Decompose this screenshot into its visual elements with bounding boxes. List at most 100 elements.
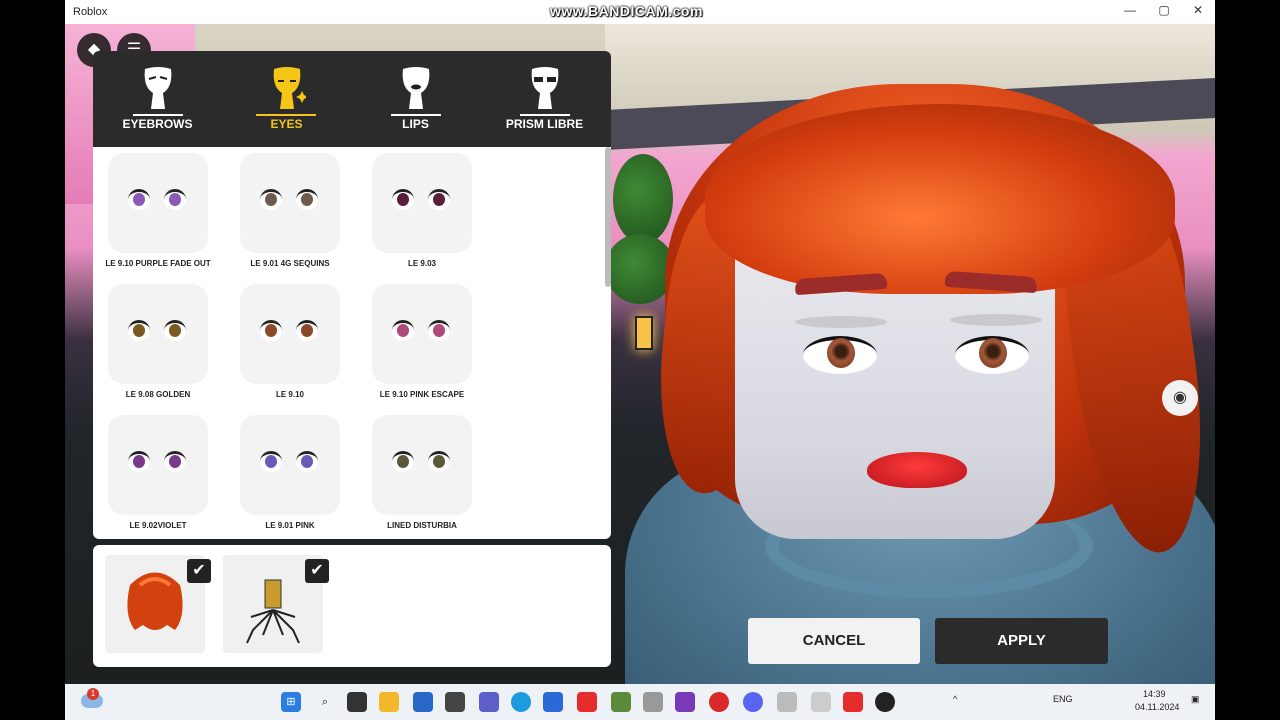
search-icon[interactable]: ⌕ xyxy=(315,692,335,712)
roblox-icon[interactable] xyxy=(811,692,831,712)
item-name: LE 9.10 PURPLE FADE OUT xyxy=(105,259,211,268)
notifications-icon[interactable]: ▣ xyxy=(1191,694,1200,705)
grid-scrollbar[interactable] xyxy=(605,147,611,287)
eyes-preview-icon xyxy=(392,451,452,473)
yandex-icon[interactable] xyxy=(577,692,597,712)
eyes-item-grid: LE 9.10 PURPLE FADE OUT LE 9.01 4G SEQUIN… xyxy=(93,147,605,539)
item-thumbnail xyxy=(108,415,208,515)
scene-lantern xyxy=(635,316,653,350)
item-name: LE 9.02VIOLET xyxy=(129,521,187,530)
file-explorer-icon[interactable] xyxy=(379,692,399,712)
avatar-left-eye xyxy=(803,336,877,374)
eyes-preview-icon xyxy=(260,189,320,211)
roblox-window: Roblox www.BANDICAM.com — ▢ ✕ ◉ ◆ ☰ EYEB… xyxy=(65,0,1215,720)
app-icon[interactable] xyxy=(643,692,663,712)
tab-label: PRISM LIBRE xyxy=(505,117,584,131)
opera-icon[interactable] xyxy=(709,692,729,712)
category-tabs: EYEBROWS EYES LIPS PRISM LIBRE xyxy=(93,51,611,147)
item-thumbnail xyxy=(372,284,472,384)
clock-time[interactable]: 14:39 xyxy=(1143,689,1166,699)
item-thumbnail xyxy=(372,415,472,515)
item-name: LE 9.10 xyxy=(275,390,304,399)
item-name: LINED DISTURBIA xyxy=(387,521,457,530)
eyes-icon xyxy=(273,67,306,109)
owned-item-spider-accessory[interactable]: ✔ xyxy=(223,555,329,653)
mail-icon[interactable] xyxy=(543,692,563,712)
title-bar: Roblox www.BANDICAM.com — ▢ ✕ xyxy=(65,0,1215,24)
window-title: Roblox xyxy=(73,6,108,18)
windows-taskbar: 1 ⊞ ⌕ ^ ENG 14:39 04.11.2024 ▣ xyxy=(65,684,1215,720)
eyes-item[interactable]: LE 9.01 PINK xyxy=(225,409,355,537)
camera-icon[interactable]: ◉ xyxy=(1162,380,1198,416)
wearing-panel: ✔ ✔ xyxy=(93,545,611,667)
yandex-browser-icon[interactable] xyxy=(843,692,863,712)
eyes-preview-icon xyxy=(260,451,320,473)
owned-item-hair[interactable]: ✔ xyxy=(105,555,211,653)
minecraft-icon[interactable] xyxy=(611,692,631,712)
eyes-preview-icon xyxy=(260,320,320,342)
teams-icon[interactable] xyxy=(479,692,499,712)
language-indicator[interactable]: ENG xyxy=(1053,694,1073,704)
edge-icon[interactable] xyxy=(511,692,531,712)
apply-button[interactable]: APPLY xyxy=(935,618,1108,664)
minimize-button[interactable]: — xyxy=(1115,3,1145,21)
eyes-item[interactable]: LINED DISTURBIA xyxy=(357,409,487,537)
tab-prism-libre[interactable]: PRISM LIBRE xyxy=(480,51,609,147)
eyes-item[interactable]: LE 9.01 4G SEQUINS xyxy=(225,147,355,275)
avatar-right-eyeshadow xyxy=(950,314,1042,326)
item-name: LE 9.01 4G SEQUINS xyxy=(250,259,330,268)
lips-icon xyxy=(402,67,430,109)
eyes-item[interactable]: LE 9.10 PINK ESCAPE xyxy=(357,278,487,406)
notification-badge: 1 xyxy=(87,688,99,700)
shield-app-icon[interactable] xyxy=(445,692,465,712)
eyes-preview-icon xyxy=(128,451,188,473)
tab-label: LIPS xyxy=(402,117,429,131)
eyes-item[interactable]: LE 9.02VIOLET xyxy=(93,409,223,537)
tab-label: EYEBROWS xyxy=(122,117,193,131)
item-name: LE 9.10 PINK ESCAPE xyxy=(379,390,465,399)
eyes-item[interactable]: LE 9.10 PURPLE FADE OUT xyxy=(93,147,223,275)
eyes-preview-icon xyxy=(128,189,188,211)
makeup-panel: EYEBROWS EYES LIPS PRISM LIBRE LE 9.10 P… xyxy=(93,51,611,539)
item-name: LE 9.08 GOLDEN xyxy=(125,390,191,399)
eyes-preview-icon xyxy=(128,320,188,342)
prism-libre-icon xyxy=(531,67,559,109)
cancel-button[interactable]: CANCEL xyxy=(748,618,920,664)
checked-icon[interactable]: ✔ xyxy=(305,559,329,583)
tab-eyebrows[interactable]: EYEBROWS xyxy=(93,51,222,147)
game-icon[interactable] xyxy=(675,692,695,712)
eyes-item[interactable]: LE 9.03 xyxy=(357,147,487,275)
start-icon[interactable]: ⊞ xyxy=(281,692,301,712)
clock-date[interactable]: 04.11.2024 xyxy=(1135,702,1179,712)
scene-tree xyxy=(613,154,673,244)
item-thumbnail xyxy=(240,415,340,515)
avatar-right-eye xyxy=(955,336,1029,374)
bandicam-watermark: www.BANDICAM.com xyxy=(550,3,703,19)
item-name: LE 9.03 xyxy=(407,259,436,268)
item-thumbnail xyxy=(240,153,340,253)
roblox-studio-icon[interactable] xyxy=(777,692,797,712)
close-button[interactable]: ✕ xyxy=(1183,3,1213,21)
item-thumbnail xyxy=(108,153,208,253)
item-thumbnail xyxy=(372,153,472,253)
eyebrows-icon xyxy=(144,67,172,109)
checked-icon[interactable]: ✔ xyxy=(187,559,211,583)
item-thumbnail xyxy=(108,284,208,384)
task-view-icon[interactable] xyxy=(347,692,367,712)
item-name: LE 9.01 PINK xyxy=(265,521,315,530)
eyes-item[interactable]: LE 9.10 xyxy=(225,278,355,406)
eyes-preview-icon xyxy=(392,189,452,211)
avatar-bangs xyxy=(705,104,1175,294)
maximize-button[interactable]: ▢ xyxy=(1149,3,1179,21)
eyes-item[interactable]: LE 9.08 GOLDEN xyxy=(93,278,223,406)
avatar-left-eyeshadow xyxy=(795,316,887,328)
tab-lips[interactable]: LIPS xyxy=(351,51,480,147)
tab-eyes[interactable]: EYES xyxy=(222,51,351,147)
eyes-preview-icon xyxy=(392,320,452,342)
store-icon[interactable] xyxy=(413,692,433,712)
item-thumbnail xyxy=(240,284,340,384)
tab-label: EYES xyxy=(270,117,303,131)
tray-chevron-icon[interactable]: ^ xyxy=(953,694,957,704)
discord-icon[interactable] xyxy=(743,692,763,712)
bandicam-icon[interactable] xyxy=(875,692,895,712)
